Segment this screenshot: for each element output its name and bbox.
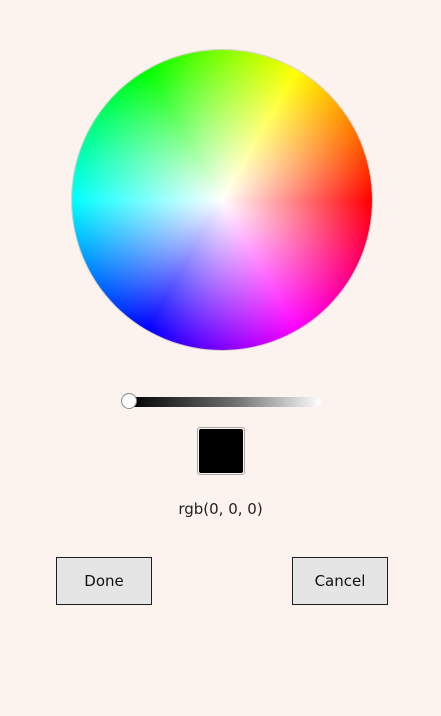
rgb-value-label: rgb(0, 0, 0) [178,500,263,518]
brightness-slider[interactable] [121,392,321,412]
color-wheel[interactable] [72,50,372,350]
cancel-button[interactable]: Cancel [292,557,388,605]
selected-color-fill [199,429,243,473]
color-picker-dialog: rgb(0, 0, 0) Done Cancel [0,0,441,716]
brightness-slider-thumb[interactable] [121,393,137,409]
done-button[interactable]: Done [56,557,152,605]
selected-color-swatch [197,427,245,475]
brightness-slider-track[interactable] [129,397,321,407]
